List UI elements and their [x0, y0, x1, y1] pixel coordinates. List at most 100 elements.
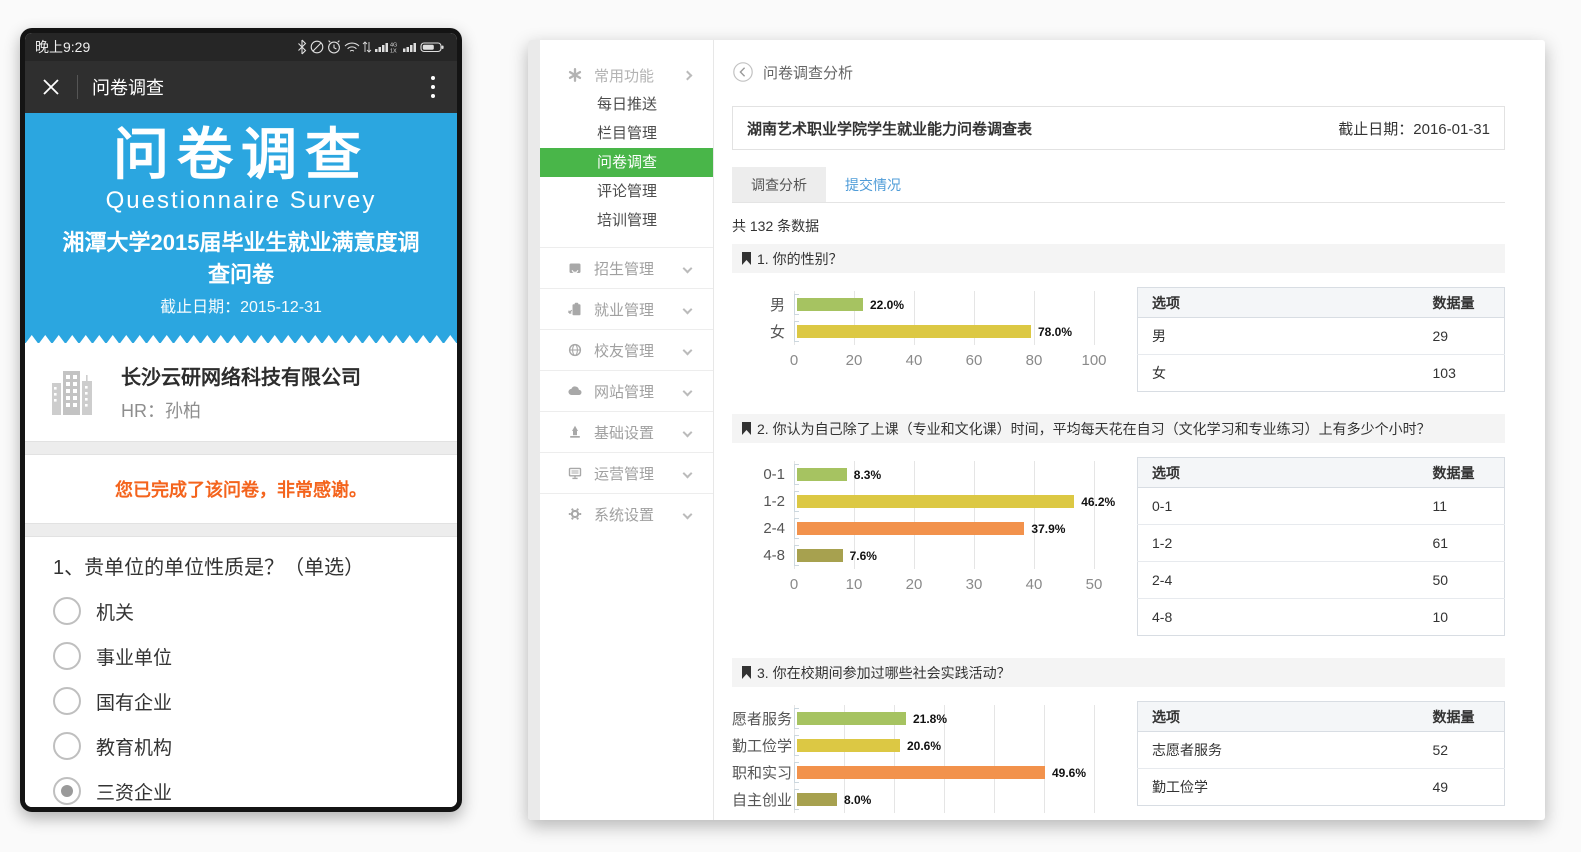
- bar: [797, 522, 1024, 535]
- question-banner: 2. 你认为自己除了上课（专业和文化课）时间，平均每天花在自习（文化学习和专业练…: [732, 414, 1505, 443]
- phone-survey-title: 湘潭大学2015届毕业生就业满意度调查问卷: [25, 227, 457, 291]
- plot-area: 男22.0%女78.0%020406080100: [732, 291, 1094, 369]
- option-cell: 4-8: [1138, 599, 1433, 636]
- category-label: 勤工俭学: [732, 735, 794, 756]
- bar-chart: 0-18.3%1-246.2%2-437.9%4-87.6%0102030405…: [732, 457, 1132, 636]
- category-label: 自主创业: [732, 789, 794, 810]
- bar: [797, 766, 1045, 779]
- survey-title-box: 湖南艺术职业学院学生就业能力问卷调查表 截止日期：2016-01-31: [732, 106, 1505, 150]
- count-cell: 50: [1433, 562, 1505, 599]
- bluetooth-icon: [299, 40, 306, 54]
- bar-track: 21.8%: [794, 705, 1094, 732]
- bar-row: 1-246.2%: [732, 488, 1094, 515]
- sidebar-section[interactable]: 系统设置: [540, 493, 713, 534]
- chevron-down-icon: [683, 509, 693, 519]
- radio-option[interactable]: 机关: [53, 596, 429, 626]
- value-label: 78.0%: [1038, 325, 1072, 339]
- table-row: 0-111: [1138, 488, 1505, 525]
- company-card: 长沙云研网络科技有限公司 HR：孙柏: [25, 343, 457, 441]
- radio-icon[interactable]: [53, 732, 81, 760]
- main-content: 问卷调查分析 湖南艺术职业学院学生就业能力问卷调查表 截止日期：2016-01-…: [714, 40, 1545, 820]
- question-banner: 3. 你在校期间参加过哪些社会实践活动？: [732, 658, 1505, 687]
- phone-question: 1、贵单位的单位性质是？（单选） 机关事业单位国有企业教育机构三资企业: [25, 537, 457, 807]
- option-cell: 志愿者服务: [1138, 732, 1433, 769]
- tab-submissions[interactable]: 提交情况: [826, 167, 920, 202]
- sidebar-section[interactable]: 校友管理: [540, 329, 713, 370]
- table-row: 4-810: [1138, 599, 1505, 636]
- option-cell: 1-2: [1138, 525, 1433, 562]
- menu-dots-icon[interactable]: [425, 70, 441, 105]
- clipboard-icon: [568, 302, 582, 316]
- count-cell: 11: [1433, 488, 1505, 525]
- bar-row: 4-8 7.6%: [732, 542, 1094, 569]
- radio-icon[interactable]: [53, 597, 81, 625]
- bar-row: 0-18.3%: [732, 461, 1094, 488]
- sawtooth-edge: [25, 334, 457, 344]
- sidebar-section[interactable]: 基础设置: [540, 411, 713, 452]
- count-cell: 10: [1433, 599, 1505, 636]
- bar: [797, 325, 1031, 338]
- page-header: 问卷调查分析: [732, 60, 1505, 84]
- phone-screen: 晚上9:29 4G1X: [25, 33, 457, 807]
- bar-track: 7.6%: [794, 542, 1094, 569]
- bar-chart: 男22.0%女78.0%020406080100: [732, 287, 1132, 392]
- chevron-down-icon: [683, 427, 693, 437]
- bar-row: 自主创业8.0%: [732, 786, 1094, 813]
- chevron-down-icon: [683, 263, 693, 273]
- question-body: 男22.0%女78.0%020406080100 选项数据量男29女103: [732, 287, 1505, 392]
- sidebar-section[interactable]: 运营管理: [540, 452, 713, 493]
- table-row: 2-450: [1138, 562, 1505, 599]
- chevron-down-icon: [683, 386, 693, 396]
- back-button[interactable]: [732, 61, 754, 83]
- sidebar-group-common[interactable]: 常用功能: [540, 60, 713, 90]
- category-label: 职和实习: [732, 762, 794, 783]
- close-icon[interactable]: [41, 77, 61, 97]
- option-cell: 男: [1138, 318, 1433, 355]
- question-banner: 1. 你的性别？: [732, 244, 1505, 273]
- radio-option[interactable]: 国有企业: [53, 686, 429, 716]
- value-label: 8.3%: [854, 468, 881, 482]
- sidebar-section[interactable]: 就业管理: [540, 288, 713, 329]
- value-label: 49.6%: [1052, 766, 1086, 780]
- x-axis: 01020304050: [794, 569, 1094, 593]
- wifi-icon: [345, 43, 359, 51]
- option-cell: 2-4: [1138, 562, 1433, 599]
- radio-icon[interactable]: [53, 642, 81, 670]
- thanks-message: 您已完成了该问卷，非常感谢。: [25, 455, 457, 523]
- questions: 1. 你的性别？ 男22.0%女78.0%020406080100 选项数据量男29…: [732, 244, 1505, 820]
- tab-analysis[interactable]: 调查分析: [732, 167, 826, 202]
- tray-icon: [568, 261, 582, 275]
- value-label: 46.2%: [1081, 495, 1115, 509]
- radio-option[interactable]: 事业单位: [53, 641, 429, 671]
- chevron-down-icon: [683, 304, 693, 314]
- category-label: 4-8: [732, 547, 794, 564]
- logo-cn: 问卷调查: [25, 125, 457, 185]
- sidebar-item[interactable]: 问卷调查: [540, 148, 713, 177]
- radio-option[interactable]: 教育机构: [53, 731, 429, 761]
- radio-selected-icon[interactable]: [53, 777, 81, 805]
- sidebar-section[interactable]: 网站管理: [540, 370, 713, 411]
- signal-bars-icon: [403, 43, 416, 52]
- sidebar-item[interactable]: 评论管理: [540, 177, 713, 206]
- star-icon: [568, 68, 582, 82]
- table-header-option: 选项: [1138, 458, 1433, 488]
- sidebar-item[interactable]: 栏目管理: [540, 119, 713, 148]
- data-table: 选项数据量男29女103: [1137, 287, 1505, 392]
- value-label: 7.6%: [850, 549, 877, 563]
- company-name: 长沙云研网络科技有限公司: [121, 361, 361, 390]
- sidebar-item[interactable]: 每日推送: [540, 90, 713, 119]
- question-title: 3. 你在校期间参加过哪些社会实践活动？: [757, 663, 1011, 683]
- globe-icon: [568, 343, 582, 357]
- sidebar-item[interactable]: 培训管理: [540, 206, 713, 235]
- radio-icon[interactable]: [53, 687, 81, 715]
- sidebar-section[interactable]: 招生管理: [540, 247, 713, 288]
- phone-survey-deadline: 截止日期：2015-12-31: [25, 297, 457, 319]
- radio-option[interactable]: 三资企业: [53, 776, 429, 806]
- bar-track: 78.0%: [794, 318, 1094, 345]
- option-cell: 勤工俭学: [1138, 769, 1433, 806]
- admin-panel: 常用功能 每日推送栏目管理问卷调查评论管理培训管理 招生管理就业管理校友管理网站…: [528, 40, 1545, 820]
- bar: [797, 549, 843, 562]
- table-header-count: 数据量: [1433, 702, 1505, 732]
- nav-title: 问卷调查: [92, 74, 164, 100]
- phone-panel: 晚上9:29 4G1X: [20, 28, 462, 812]
